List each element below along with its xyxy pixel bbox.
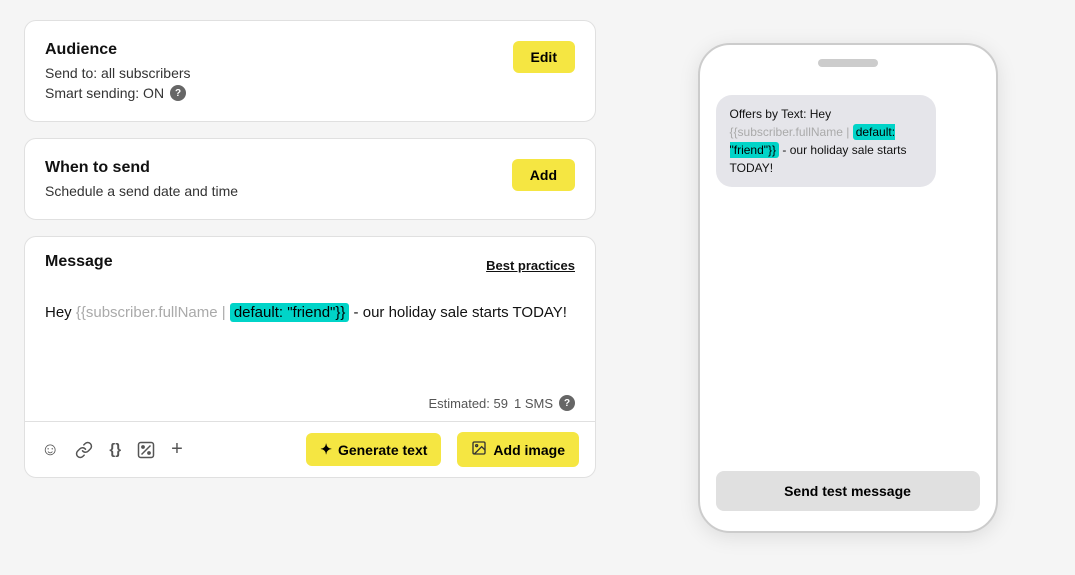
message-body-gray: {{subscriber.fullName |	[76, 304, 226, 321]
when-to-send-add-button[interactable]: Add	[512, 159, 575, 191]
phone-notch	[818, 59, 878, 67]
sms-bubble-gray: {{subscriber.fullName |	[730, 125, 850, 139]
smart-sending-help-icon[interactable]: ?	[170, 85, 186, 101]
generate-text-button[interactable]: ✦ Generate text	[306, 433, 441, 466]
add-image-icon	[471, 440, 487, 459]
when-to-send-header: When to send Schedule a send date and ti…	[45, 159, 575, 199]
message-footer: Estimated: 59 1 SMS ?	[25, 389, 595, 421]
curly-braces-icon[interactable]: {}	[109, 441, 121, 458]
audience-info: Audience Send to: all subscribers Smart …	[45, 41, 191, 101]
right-panel: Offers by Text: Hey {{subscriber.fullNam…	[620, 0, 1075, 575]
sms-bubble-prefix: Offers by Text: Hey	[730, 107, 832, 121]
sms-count: 1 SMS	[514, 396, 553, 411]
add-image-button[interactable]: Add image	[457, 432, 579, 467]
plus-icon[interactable]: +	[171, 438, 183, 461]
audience-card-header: Audience Send to: all subscribers Smart …	[45, 41, 575, 101]
audience-edit-button[interactable]: Edit	[513, 41, 575, 73]
sms-bubble-wrapper: Offers by Text: Hey {{subscriber.fullNam…	[716, 95, 980, 187]
message-body-highlight: default: "friend"}}	[230, 303, 350, 322]
sms-info-icon[interactable]: ?	[559, 395, 575, 411]
left-panel: Audience Send to: all subscribers Smart …	[0, 0, 620, 575]
when-to-send-card: When to send Schedule a send date and ti…	[24, 138, 596, 220]
best-practices-link[interactable]: Best practices	[486, 258, 575, 273]
generate-text-icon: ✦	[320, 441, 332, 458]
estimated-label: Estimated: 59	[428, 396, 508, 411]
audience-card: Audience Send to: all subscribers Smart …	[24, 20, 596, 122]
when-to-send-info: When to send Schedule a send date and ti…	[45, 159, 238, 199]
message-toolbar: ☺ {} + ✦ Generate text	[25, 421, 595, 477]
phone-mockup: Offers by Text: Hey {{subscriber.fullNam…	[698, 43, 998, 533]
message-title: Message	[45, 253, 113, 271]
percent-icon[interactable]	[137, 441, 155, 459]
audience-send-to: Send to: all subscribers	[45, 65, 191, 81]
message-card-header: Message Best practices	[25, 237, 595, 289]
when-to-send-subtitle: Schedule a send date and time	[45, 183, 238, 199]
send-test-button[interactable]: Send test message	[716, 471, 980, 511]
link-icon[interactable]	[75, 441, 93, 459]
audience-smart-sending: Smart sending: ON ?	[45, 85, 191, 101]
sms-bubble: Offers by Text: Hey {{subscriber.fullNam…	[716, 95, 936, 187]
message-body[interactable]: Hey {{subscriber.fullName | default: "fr…	[25, 289, 595, 389]
message-body-suffix: - our holiday sale starts TODAY!	[349, 304, 567, 321]
message-body-prefix: Hey	[45, 304, 76, 321]
when-to-send-title: When to send	[45, 159, 238, 177]
message-card: Message Best practices Hey {{subscriber.…	[24, 236, 596, 478]
emoji-icon[interactable]: ☺	[41, 439, 59, 460]
audience-title: Audience	[45, 41, 191, 59]
